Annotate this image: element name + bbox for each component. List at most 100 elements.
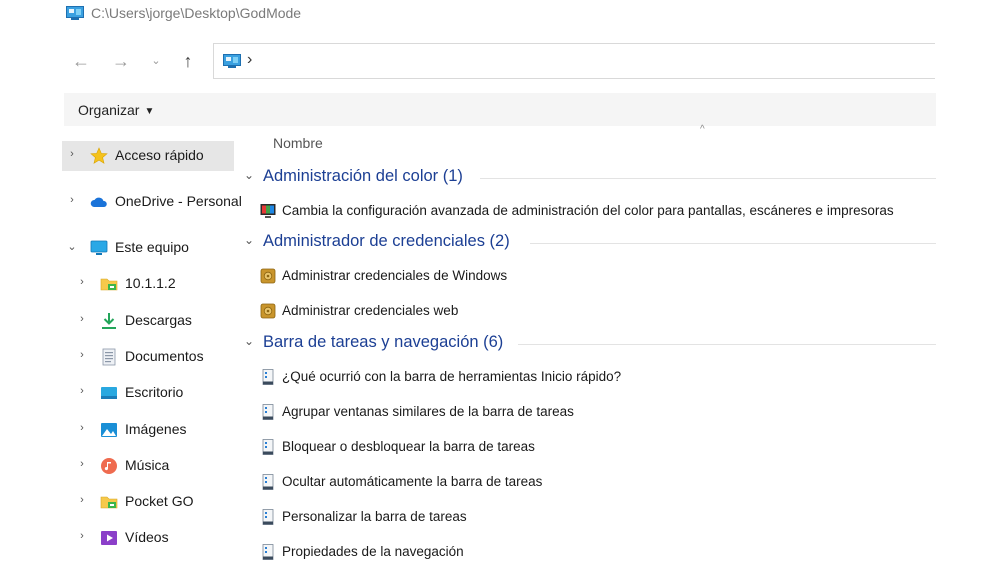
sidebar-item-label: Vídeos (125, 529, 169, 545)
group-title: Administrador de credenciales (2) (263, 232, 510, 250)
navigation-bar: ← → ⌄ ↑ › (0, 40, 1000, 84)
sidebar-item-pictures[interactable]: › Imágenes (62, 415, 234, 445)
sidebar-item-label: Descargas (125, 312, 192, 328)
folder-icon (100, 496, 118, 509)
chevron-right-icon[interactable]: › (76, 385, 88, 397)
sidebar-item-label: Acceso rápido (115, 147, 204, 163)
group-title: Barra de tareas y navegación (6) (263, 333, 504, 351)
desktop-icon (101, 387, 117, 399)
list-item-label: Propiedades de la navegación (282, 544, 464, 559)
list-item-label: Administrar credenciales de Windows (282, 268, 508, 283)
sidebar-item-network-share[interactable]: › 10.1.1.2 (62, 269, 234, 299)
title-bar: C:\Users\jorge\Desktop\GodMode (0, 0, 1000, 28)
list-item-label: Agrupar ventanas similares de la barra d… (282, 404, 574, 419)
sidebar-item-pocket-go[interactable]: › Pocket GO (62, 487, 234, 517)
list-item-label: Bloquear o desbloquear la barra de tarea… (282, 439, 535, 454)
file-list: ^ Nombre ⌄ Administración del color (1) … (240, 124, 940, 567)
list-item[interactable]: Propiedades de la navegación (258, 539, 928, 565)
list-item[interactable]: Personalizar la barra de tareas (258, 504, 928, 530)
taskbar-icon (262, 369, 274, 385)
sidebar-item-label: Este equipo (115, 239, 189, 255)
list-item-label: Administrar credenciales web (282, 303, 459, 318)
list-item[interactable]: Ocultar automáticamente la barra de tare… (258, 469, 928, 495)
chevron-right-icon[interactable]: › (66, 194, 78, 206)
credential-icon (260, 268, 276, 284)
chevron-down-icon[interactable]: ⌄ (66, 240, 78, 253)
cloud-icon (90, 197, 107, 207)
taskbar-icon (262, 509, 274, 525)
sidebar-item-quick-access[interactable]: › Acceso rápido (62, 141, 234, 171)
music-icon (101, 458, 117, 474)
computer-icon (90, 240, 108, 255)
chevron-right-icon[interactable]: › (76, 422, 88, 434)
sidebar-item-label: Escritorio (125, 384, 184, 400)
group-divider (530, 243, 936, 244)
chevron-right-icon[interactable]: › (76, 458, 88, 470)
forward-button[interactable]: → (110, 50, 132, 72)
group-divider (518, 344, 936, 345)
taskbar-icon (262, 474, 274, 490)
list-item[interactable]: Administrar credenciales de Windows (258, 263, 928, 289)
star-icon (90, 147, 108, 164)
pictures-icon (101, 423, 117, 437)
credential-icon (260, 303, 276, 319)
network-folder-icon (100, 278, 118, 291)
sidebar-item-downloads[interactable]: › Descargas (62, 306, 234, 336)
sidebar-item-label: Pocket GO (125, 493, 194, 509)
sidebar-item-label: 10.1.1.2 (125, 275, 176, 291)
taskbar-icon (262, 544, 274, 560)
sidebar-item-desktop[interactable]: › Escritorio (62, 378, 234, 408)
list-item[interactable]: Agrupar ventanas similares de la barra d… (258, 399, 928, 425)
command-bar: Organizar ▼ (64, 93, 936, 126)
address-bar[interactable]: › (213, 43, 935, 79)
sidebar-item-label: Música (125, 457, 170, 473)
videos-icon (101, 531, 117, 545)
navigation-pane: › Acceso rápido › OneDrive - Personal ⌄ … (62, 138, 242, 567)
list-item-label: Ocultar automáticamente la barra de tare… (282, 474, 543, 489)
chevron-down-icon[interactable]: ⌄ (244, 233, 254, 247)
organize-menu-button[interactable]: Organizar ▼ (78, 102, 154, 118)
list-item[interactable]: ¿Qué ocurrió con la barra de herramienta… (258, 364, 928, 390)
column-header-name[interactable]: Nombre (273, 135, 323, 151)
organize-label: Organizar (78, 102, 140, 118)
download-icon (102, 313, 116, 329)
group-header-color-management[interactable]: ⌄ Administración del color (1) (240, 165, 940, 191)
group-header-credential-manager[interactable]: ⌄ Administrador de credenciales (2) (240, 230, 940, 256)
sidebar-item-label: Documentos (125, 348, 204, 364)
sidebar-item-onedrive[interactable]: › OneDrive - Personal (62, 187, 242, 217)
list-item-label: Personalizar la barra de tareas (282, 509, 467, 524)
document-icon (102, 348, 116, 366)
chevron-right-icon[interactable]: › (76, 349, 88, 361)
sidebar-item-label: OneDrive - Personal (115, 193, 242, 209)
chevron-right-icon[interactable]: › (76, 494, 88, 506)
control-panel-icon (66, 6, 84, 20)
chevron-right-icon[interactable]: › (76, 313, 88, 325)
sidebar-item-documents[interactable]: › Documentos (62, 342, 234, 372)
window-title: C:\Users\jorge\Desktop\GodMode (91, 5, 302, 21)
recent-locations-button[interactable]: ⌄ (145, 50, 167, 72)
sidebar-item-label: Imágenes (125, 421, 187, 437)
caret-down-icon: ▼ (144, 106, 155, 117)
list-item[interactable]: Administrar credenciales web (258, 298, 928, 324)
back-button[interactable]: ← (70, 50, 92, 72)
sort-ascending-icon: ^ (700, 124, 705, 135)
sidebar-item-videos[interactable]: › Vídeos (62, 523, 234, 553)
group-header-taskbar-navigation[interactable]: ⌄ Barra de tareas y navegación (6) (240, 331, 940, 357)
group-title: Administración del color (1) (263, 167, 463, 185)
list-item[interactable]: Bloquear o desbloquear la barra de tarea… (258, 434, 928, 460)
chevron-right-icon[interactable]: › (66, 148, 78, 160)
chevron-right-icon[interactable]: › (76, 276, 88, 288)
address-separator-chevron-icon[interactable]: › (247, 51, 252, 69)
chevron-right-icon[interactable]: › (76, 530, 88, 542)
control-panel-icon (223, 54, 241, 68)
sidebar-item-music[interactable]: › Música (62, 451, 234, 481)
group-divider (480, 178, 936, 179)
list-item[interactable]: Cambia la configuración avanzada de admi… (258, 198, 928, 224)
up-button[interactable]: ↑ (177, 50, 199, 72)
chevron-down-icon[interactable]: ⌄ (244, 334, 254, 348)
sidebar-item-this-pc[interactable]: ⌄ Este equipo (62, 233, 234, 263)
taskbar-icon (262, 404, 274, 420)
list-item-label: Cambia la configuración avanzada de admi… (282, 203, 894, 218)
color-management-icon (260, 204, 276, 218)
chevron-down-icon[interactable]: ⌄ (244, 168, 254, 182)
